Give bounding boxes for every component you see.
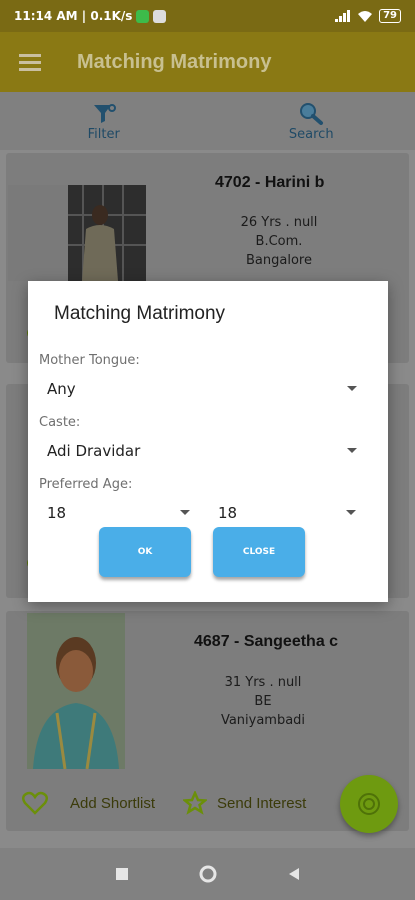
filter-icon — [91, 101, 117, 125]
chevron-down-icon — [347, 386, 357, 391]
ok-button[interactable]: OK — [99, 527, 191, 577]
home-icon[interactable] — [199, 865, 217, 883]
caste-select[interactable]: Adi Dravidar — [47, 438, 357, 464]
mother-tongue-value: Any — [47, 380, 76, 398]
chevron-down-icon — [347, 448, 357, 453]
age-to-select[interactable]: 18 — [218, 500, 356, 526]
profile-photo[interactable] — [27, 613, 125, 769]
preferred-age-label: Preferred Age: — [39, 477, 133, 492]
profile-name: 4687 - Sangeetha c — [194, 633, 339, 650]
profile-education: B.Com. — [255, 234, 303, 249]
floating-action-button[interactable] — [340, 775, 398, 833]
mother-tongue-label: Mother Tongue: — [39, 353, 140, 368]
hamburger-menu-icon[interactable] — [19, 50, 41, 75]
caste-label: Caste: — [39, 415, 81, 430]
filter-label: Filter — [87, 126, 120, 142]
filter-dialog: Matching Matrimony Mother Tongue: Any Ca… — [28, 281, 388, 602]
age-from-value: 18 — [47, 504, 67, 522]
battery-icon: 79 — [379, 9, 401, 23]
app-title: Matching Matrimony — [77, 50, 272, 73]
search-icon — [298, 101, 324, 125]
chat-icon — [358, 793, 380, 815]
send-interest-label: Send Interest — [217, 794, 307, 812]
profile-name: 4702 - Harini b — [215, 174, 325, 191]
status-bar: 11:14 AM | 0.1K/s 79 — [0, 0, 415, 32]
filter-button[interactable]: Filter — [0, 92, 208, 150]
app-notification-icon — [136, 9, 150, 23]
filter-search-toolbar: Filter Search — [0, 92, 415, 150]
add-shortlist-label: Add Shortlist — [70, 794, 156, 812]
age-to-value: 18 — [218, 504, 238, 522]
back-icon[interactable] — [287, 867, 301, 881]
age-from-select[interactable]: 18 — [47, 500, 190, 526]
close-button[interactable]: CLOSE — [213, 527, 305, 577]
profile-location: Bangalore — [246, 253, 312, 268]
send-interest-button[interactable]: Send Interest — [183, 791, 306, 815]
chevron-down-icon — [180, 510, 190, 515]
caste-value: Adi Dravidar — [47, 442, 141, 460]
profile-education: BE — [254, 694, 272, 709]
signal-icon — [335, 10, 351, 22]
profile-age: 26 Yrs . null — [240, 215, 318, 230]
chevron-down-icon — [346, 510, 356, 515]
app-bar: Matching Matrimony — [0, 32, 415, 92]
star-icon — [183, 791, 208, 815]
recents-icon[interactable] — [115, 867, 129, 881]
wifi-icon — [358, 11, 373, 22]
add-shortlist-button[interactable]: Add Shortlist — [22, 791, 155, 815]
profile-location: Vaniyambadi — [220, 713, 306, 728]
profile-photo[interactable] — [8, 185, 146, 281]
search-label: Search — [288, 126, 334, 142]
status-time: 11:14 AM | 0.1K/s — [14, 9, 133, 23]
system-navigation-bar — [0, 848, 415, 900]
mother-tongue-select[interactable]: Any — [47, 376, 357, 402]
search-button[interactable]: Search — [208, 92, 415, 150]
app-notification-icon-2 — [153, 9, 167, 23]
heart-icon — [22, 791, 48, 815]
profile-age: 31 Yrs . null — [224, 675, 302, 690]
dialog-title: Matching Matrimony — [54, 303, 226, 324]
